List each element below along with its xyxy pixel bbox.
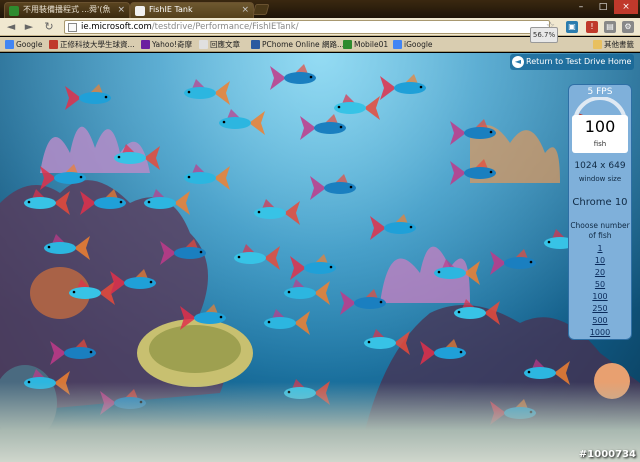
tab-favicon-icon bbox=[135, 6, 145, 16]
zoom-indicator: 56.7% bbox=[530, 27, 558, 43]
window-size-value: 1024 x 649 bbox=[574, 161, 626, 171]
fish-option-250[interactable]: 250 bbox=[569, 303, 631, 315]
choose-fish-label: Choose number of fish bbox=[570, 221, 630, 240]
bookmark-favicon-icon bbox=[49, 40, 58, 49]
new-tab-button[interactable] bbox=[252, 4, 270, 15]
tab-title: FishIE Tank bbox=[149, 5, 193, 14]
bookmark-yahoo[interactable]: Yahoo!奇摩 bbox=[140, 37, 192, 52]
address-bar[interactable]: ie.microsoft.com/testdrive/Performance/F… bbox=[64, 20, 550, 34]
bookmark-favicon-icon bbox=[199, 40, 208, 49]
fish-option-10[interactable]: 10 bbox=[569, 255, 631, 267]
bookmark-label: PChome Online 網路... bbox=[262, 40, 345, 49]
url-host: ie.microsoft.com bbox=[81, 22, 152, 32]
browser-window: 不用裝備播程式 ...舜'(魚 × FishIE Tank × – □ × ◄ … bbox=[0, 0, 640, 462]
bookmark-reply[interactable]: 回應文章 bbox=[198, 37, 240, 52]
reload-button[interactable]: ↻ bbox=[42, 20, 56, 34]
bookmark-mobile01[interactable]: Mobile01 bbox=[342, 37, 388, 52]
bookmark-favicon-icon bbox=[5, 40, 14, 49]
bookmark-label: 回應文章 bbox=[210, 40, 240, 49]
bookmark-label: Yahoo!奇摩 bbox=[152, 40, 193, 49]
back-button[interactable]: ◄ bbox=[4, 20, 18, 34]
bookmark-favicon-icon bbox=[251, 40, 260, 49]
bookmark-label: 其他書籤 bbox=[604, 40, 634, 49]
bookmark-label: Mobile01 bbox=[354, 40, 389, 49]
bookmark-favicon-icon bbox=[343, 40, 352, 49]
bookmark-pchome[interactable]: PChome Online 網路... bbox=[250, 37, 344, 52]
fps-readout: 5 FPS bbox=[587, 87, 613, 97]
browser-version: Chrome 10 bbox=[572, 197, 628, 208]
return-home-button[interactable]: ◄ Return to Test Drive Home bbox=[510, 54, 634, 70]
bookmark-cshu[interactable]: 正修科技大學生球資... bbox=[48, 37, 135, 52]
fish-option-100[interactable]: 100 bbox=[569, 291, 631, 303]
fish-count: 100 bbox=[584, 117, 616, 136]
fish-option-1[interactable]: 1 bbox=[569, 243, 631, 255]
stats-panel: 5 FPS 100 fish 1024 x 649 window size Ch… bbox=[568, 84, 632, 340]
tab-strip: 不用裝備播程式 ...舜'(魚 × FishIE Tank × – □ × bbox=[0, 0, 640, 18]
tab-close-icon[interactable]: × bbox=[241, 3, 249, 17]
tab-1[interactable]: 不用裝備播程式 ...舜'(魚 × bbox=[4, 2, 130, 18]
extension-icon[interactable]: ▣ bbox=[566, 21, 578, 33]
bookmark-label: iGoogle bbox=[404, 40, 433, 49]
return-home-label: Return to Test Drive Home bbox=[526, 57, 632, 66]
fish-option-20[interactable]: 20 bbox=[569, 267, 631, 279]
tab-close-icon[interactable]: × bbox=[117, 3, 125, 17]
bookmark-favicon-icon bbox=[393, 40, 402, 49]
window-size-label: window size bbox=[578, 175, 622, 183]
bookmark-google[interactable]: Google bbox=[4, 37, 42, 52]
tab-favicon-icon bbox=[9, 6, 19, 16]
bookmark-other[interactable]: 其他書籤 bbox=[592, 37, 634, 52]
fish-count-options: 1 10 20 50 100 250 500 1000 bbox=[569, 243, 631, 339]
back-arrow-icon: ◄ bbox=[512, 56, 524, 68]
forward-button[interactable]: ► bbox=[22, 20, 36, 34]
image-watermark: #1000734 bbox=[578, 449, 636, 460]
maximize-button[interactable]: □ bbox=[592, 0, 614, 14]
page-menu-icon[interactable]: ▤ bbox=[604, 21, 616, 33]
folder-icon bbox=[593, 40, 602, 49]
bookmark-label: 正修科技大學生球資... bbox=[60, 40, 135, 49]
fish-option-50[interactable]: 50 bbox=[569, 279, 631, 291]
fish-option-1000[interactable]: 1000 bbox=[569, 327, 631, 339]
stop-icon[interactable]: ! bbox=[586, 21, 598, 33]
wrench-icon[interactable]: ⚙ bbox=[622, 21, 634, 33]
bookmark-favicon-icon bbox=[141, 40, 150, 49]
page-icon bbox=[68, 23, 77, 32]
sand-floor bbox=[0, 382, 640, 462]
tab-2[interactable]: FishIE Tank × bbox=[130, 2, 254, 18]
tab-title: 不用裝備播程式 ...舜'(魚 bbox=[23, 5, 111, 14]
fish-option-500[interactable]: 500 bbox=[569, 315, 631, 327]
url-path: /testdrive/Performance/FishIETank/ bbox=[151, 22, 299, 32]
bookmark-igoogle[interactable]: iGoogle bbox=[392, 37, 433, 52]
minimize-button[interactable]: – bbox=[570, 0, 592, 14]
fish-count-label: fish bbox=[593, 140, 607, 148]
bookmark-label: Google bbox=[16, 40, 43, 49]
fish-tank-viewport bbox=[0, 53, 640, 462]
fish-count-box: 100 fish bbox=[572, 115, 628, 153]
close-button[interactable]: × bbox=[614, 0, 638, 14]
